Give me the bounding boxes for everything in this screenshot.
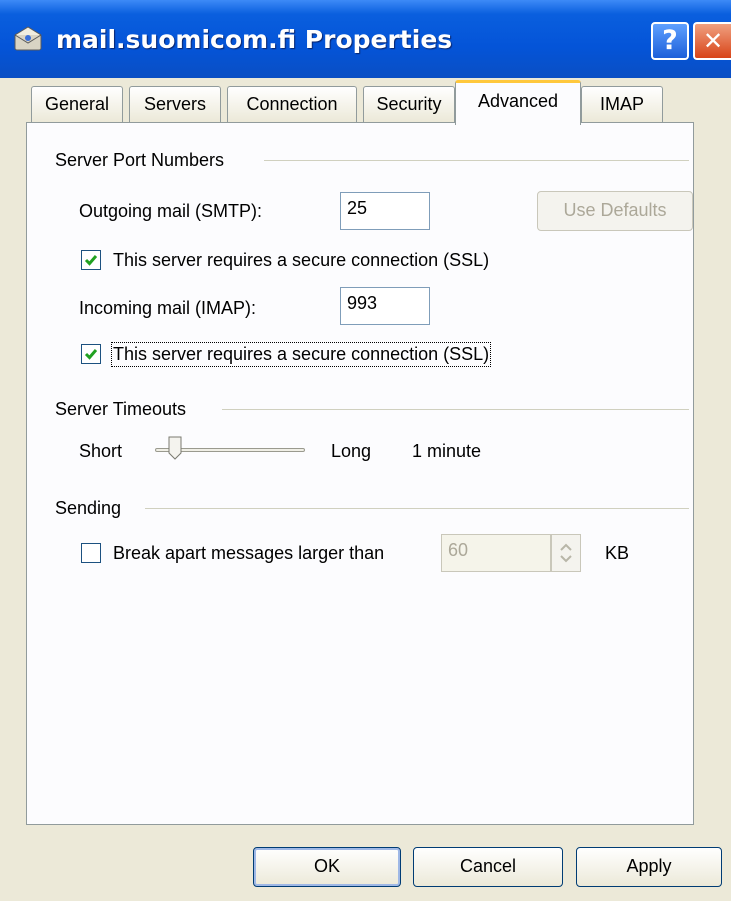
tab-security[interactable]: Security (363, 86, 455, 122)
tab-strip: General Servers Connection Security Adva… (31, 80, 691, 125)
outgoing-port-input[interactable]: 25 (340, 192, 430, 230)
timeout-value: 1 minute (412, 441, 482, 461)
outgoing-ssl-label: This server requires a secure connection… (113, 250, 490, 270)
server-timeouts-heading: Server Timeouts (55, 399, 187, 419)
outgoing-mail-label: Outgoing mail (SMTP): (79, 201, 263, 221)
ok-button[interactable]: OK (253, 847, 401, 887)
mail-account-icon (12, 24, 46, 54)
properties-dialog: mail.suomicom.fi Properties ? ✕ General … (0, 0, 731, 901)
tab-servers[interactable]: Servers (129, 86, 221, 122)
close-icon: ✕ (702, 27, 724, 55)
group-divider (145, 508, 689, 509)
timeout-long-label: Long (331, 441, 372, 461)
break-size-spinner[interactable] (551, 534, 581, 572)
timeout-short-label: Short (79, 441, 123, 461)
incoming-ssl-label: This server requires a secure connection… (110, 342, 492, 367)
sending-heading: Sending (55, 498, 122, 518)
tab-advanced[interactable]: Advanced (455, 80, 581, 125)
tab-general[interactable]: General (31, 86, 123, 122)
apply-button[interactable]: Apply (576, 847, 722, 887)
incoming-port-input[interactable]: 993 (340, 287, 430, 325)
group-divider (264, 160, 689, 161)
break-apart-checkbox[interactable] (81, 543, 101, 563)
help-button[interactable]: ? (651, 22, 689, 60)
timeout-slider-thumb[interactable] (168, 436, 182, 460)
tab-connection[interactable]: Connection (227, 86, 357, 122)
help-icon: ? (662, 25, 678, 56)
title-bar[interactable]: mail.suomicom.fi Properties ? ✕ (0, 0, 731, 78)
break-size-input[interactable]: 60 (441, 534, 551, 572)
spinner-arrows-icon (560, 543, 572, 563)
outgoing-ssl-checkbox[interactable] (81, 250, 101, 270)
server-port-numbers-heading: Server Port Numbers (55, 150, 225, 170)
group-divider (222, 409, 689, 410)
break-size-unit: KB (605, 543, 630, 563)
break-apart-label: Break apart messages larger than (113, 543, 385, 563)
close-button[interactable]: ✕ (693, 22, 731, 60)
incoming-mail-label: Incoming mail (IMAP): (79, 298, 257, 318)
incoming-ssl-checkbox[interactable] (81, 344, 101, 364)
use-defaults-button[interactable]: Use Defaults (537, 191, 693, 231)
cancel-button[interactable]: Cancel (413, 847, 563, 887)
tab-imap[interactable]: IMAP (581, 86, 663, 122)
checkmark-icon (84, 255, 98, 266)
window-title: mail.suomicom.fi Properties (56, 25, 453, 54)
checkmark-icon (84, 349, 98, 360)
